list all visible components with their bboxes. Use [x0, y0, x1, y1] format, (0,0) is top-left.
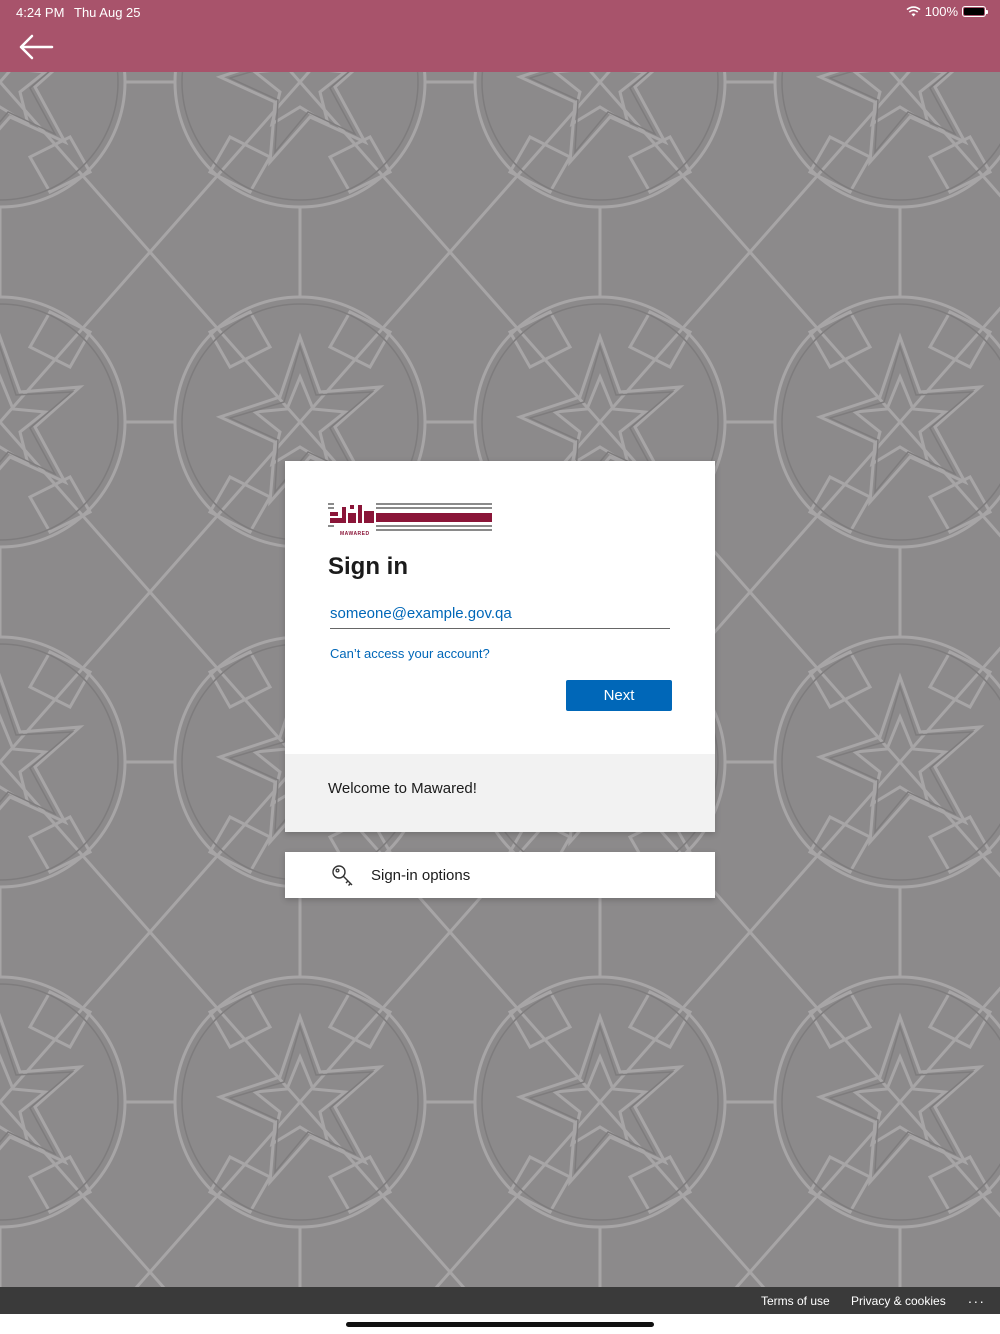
- sign-in-options-button[interactable]: Sign-in options: [285, 852, 715, 898]
- home-indicator-area: [0, 1314, 1000, 1334]
- home-indicator[interactable]: [346, 1322, 654, 1327]
- key-icon: [332, 865, 353, 886]
- back-button[interactable]: [16, 32, 56, 62]
- welcome-banner: Welcome to Mawared!: [285, 754, 715, 832]
- arrow-left-icon: [19, 34, 54, 60]
- mawared-logo: MAWARED: [328, 503, 494, 539]
- more-options-button[interactable]: ...: [968, 1290, 986, 1306]
- status-date: Thu Aug 25: [74, 5, 141, 20]
- terms-of-use-link[interactable]: Terms of use: [761, 1294, 830, 1308]
- battery-percentage: 100%: [924, 4, 958, 19]
- next-button[interactable]: Next: [566, 680, 672, 711]
- cant-access-account-link[interactable]: Can’t access your account?: [330, 646, 490, 661]
- sign-in-card: MAWARED Sign in Can’t access your accoun…: [285, 461, 715, 832]
- page-title: Sign in: [328, 553, 408, 580]
- battery-icon: [962, 6, 988, 17]
- status-indicators: 100%: [906, 4, 988, 19]
- status-time: 4:24 PM: [16, 5, 65, 20]
- logo-caption: MAWARED: [340, 531, 370, 537]
- app-header: 4:24 PM Thu Aug 25 100%: [0, 0, 1000, 72]
- sign-in-options-label: Sign-in options: [371, 867, 471, 884]
- email-field[interactable]: [330, 599, 670, 629]
- privacy-cookies-link[interactable]: Privacy & cookies: [851, 1294, 946, 1308]
- wifi-icon: [906, 6, 921, 17]
- footer: Terms of use Privacy & cookies ...: [0, 1287, 1000, 1314]
- welcome-text: Welcome to Mawared!: [328, 780, 477, 797]
